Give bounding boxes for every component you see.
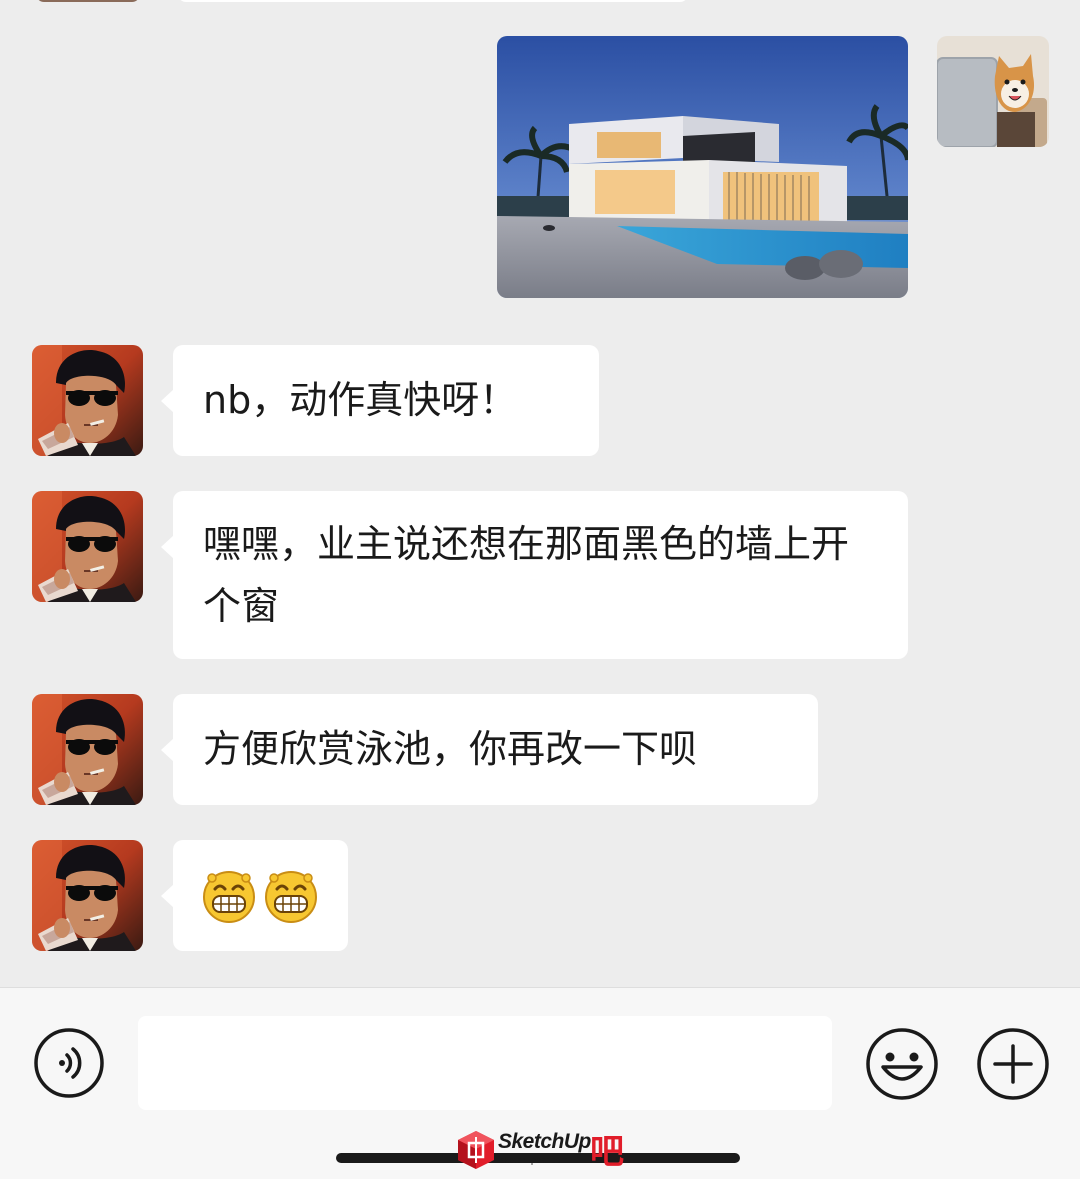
chat-area[interactable]: nb，动作真快呀！ 嘿嘿，业主说还想在那面黑色的墙上开个窗 方便欣赏泳池，你再改… [0,0,1080,987]
message-bubble[interactable]: 嘿嘿，业主说还想在那面黑色的墙上开个窗 [161,491,908,659]
message-bubble[interactable] [161,840,348,951]
shiba-avatar-image [937,36,1049,147]
watermark-brand: SketchUp [498,1130,591,1153]
more-button[interactable] [976,1027,1050,1101]
message-input[interactable] [138,1016,832,1110]
sketchup-logo-icon [458,1131,494,1169]
message-bubble[interactable]: 方便欣赏泳池，你再改一下呗 [161,694,818,805]
watermark-url: sketchupbar.com [500,1155,569,1165]
emoji-icon [866,1028,938,1100]
contact-avatar[interactable] [32,694,143,805]
contact-avatar[interactable] [32,840,143,951]
self-avatar[interactable] [937,36,1049,147]
message-bubble[interactable]: nb，动作真快呀！ [161,345,599,456]
villa-render-image [497,36,908,298]
contact-avatar[interactable] [32,491,143,602]
grin-emoji-icon [263,868,319,924]
sent-image-message[interactable] [497,36,908,298]
voice-icon [34,1028,104,1098]
voice-button[interactable] [33,1027,105,1099]
previous-avatar-edge [36,0,140,2]
contact-avatar[interactable] [32,345,143,456]
message-text: nb，动作真快呀！ [203,378,518,422]
message-text: 嘿嘿，业主说还想在那面黑色的墙上开个窗 [203,522,850,628]
watermark-suffix: 吧 [590,1132,624,1172]
emoji-button[interactable] [865,1027,939,1101]
previous-bubble-edge [178,0,688,2]
grin-emoji-icon [201,868,257,924]
watermark: SketchUp sketchupbar.com 吧 [456,1128,628,1172]
plus-icon [977,1028,1049,1100]
message-text: 方便欣赏泳池，你再改一下呗 [203,727,698,771]
